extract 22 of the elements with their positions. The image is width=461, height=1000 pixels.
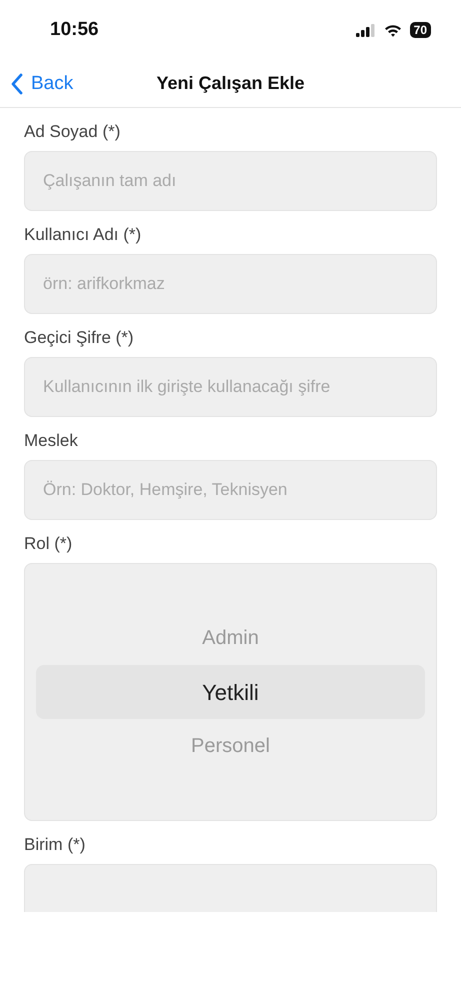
- wifi-icon: [384, 24, 402, 36]
- field-label: Geçici Şifre (*): [24, 328, 135, 348]
- battery-level: 70: [410, 22, 431, 38]
- status-time: 10:56: [50, 18, 99, 42]
- picker-option[interactable]: Yetkili: [36, 665, 425, 719]
- input-field[interactable]: Kullanıcının ilk girişte kullanacağı şifre: [24, 357, 437, 417]
- input-field[interactable]: Çalışanın tam adı: [24, 151, 437, 211]
- picker-option[interactable]: Admin: [36, 611, 425, 665]
- input-field[interactable]: Örn: Doktor, Hemşire, Teknisyen: [24, 460, 437, 520]
- role-picker[interactable]: Admin Yetkili Personel: [24, 563, 437, 821]
- field-label: Meslek: [24, 431, 79, 451]
- page-title: Yeni Çalışan Ekle: [156, 72, 305, 95]
- input-field[interactable]: [24, 864, 437, 912]
- picker-option[interactable]: Personel: [36, 719, 425, 773]
- field-label: Kullanıcı Adı (*): [24, 225, 142, 245]
- signal-icon: [356, 24, 376, 36]
- field-label: Ad Soyad (*): [24, 122, 122, 142]
- field-label: Birim (*): [24, 835, 86, 855]
- back-button[interactable]: Back: [10, 60, 74, 108]
- back-chevron-icon[interactable]: [10, 73, 23, 95]
- field-label: Rol (*): [24, 534, 74, 554]
- input-field[interactable]: örn: arifkorkmaz: [24, 254, 437, 314]
